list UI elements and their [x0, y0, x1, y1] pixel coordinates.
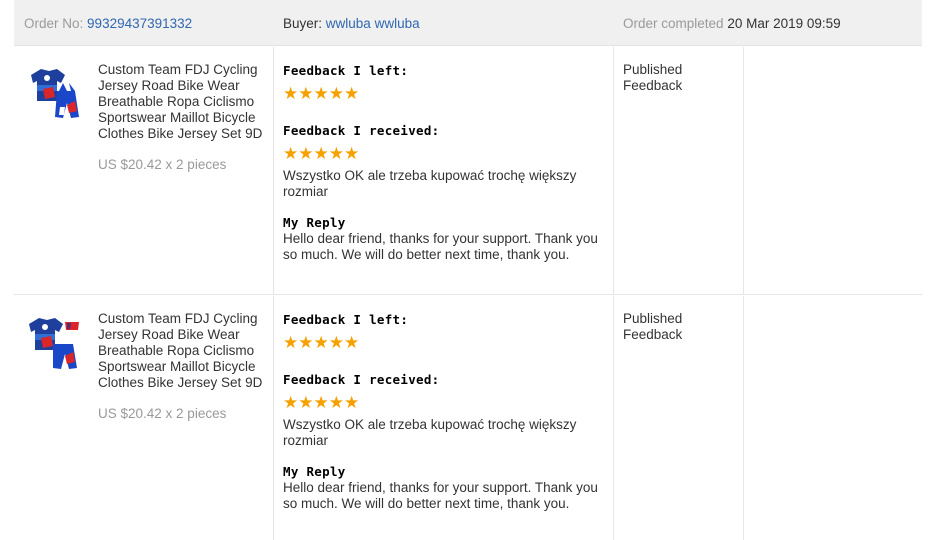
column-divider — [743, 47, 744, 294]
feedback-received-section: Feedback I received: ★★★★★ Wszystko OK a… — [283, 123, 603, 200]
cycling-kit-image — [31, 69, 79, 118]
feedback-received-heading: Feedback I received: — [283, 123, 440, 138]
cycling-kit-image — [29, 318, 79, 369]
product-title-link[interactable]: Custom Team FDJ Cycling Jersey Road Bike… — [98, 311, 268, 391]
product-price: US $20.42 x 2 pieces — [98, 157, 227, 172]
product-title-link[interactable]: Custom Team FDJ Cycling Jersey Road Bike… — [98, 62, 268, 142]
feedback-received-text: Wszystko OK ale trzeba kupować trochę wi… — [283, 417, 577, 448]
feedback-received-text: Wszystko OK ale trzeba kupować trochę wi… — [283, 168, 577, 199]
my-reply-text: Hello dear friend, thanks for your suppo… — [283, 231, 598, 262]
feedback-status: Published Feedback — [623, 62, 683, 93]
order-completed-field: Order completed 20 Mar 2019 09:59 — [623, 16, 841, 31]
feedback-left-heading: Feedback I left: — [283, 312, 409, 327]
feedback-received-heading: Feedback I received: — [283, 372, 440, 387]
product-thumbnail[interactable] — [23, 61, 87, 125]
product-thumbnail[interactable] — [23, 310, 87, 374]
feedback-left-heading: Feedback I left: — [283, 63, 409, 78]
feedback-left-stars: ★★★★★ — [283, 333, 360, 352]
my-reply-heading: My Reply — [283, 215, 346, 230]
buyer-field: Buyer: wwluba wwluba — [283, 16, 420, 31]
my-reply-section: My Reply Hello dear friend, thanks for y… — [283, 215, 603, 263]
buyer-label: Buyer: — [283, 16, 323, 31]
order-number-link[interactable]: 99329437391332 — [87, 16, 192, 31]
product-price: US $20.42 x 2 pieces — [98, 406, 227, 421]
feedback-status: Published Feedback — [623, 311, 683, 342]
feedback-left-section: Feedback I left: ★★★★★ — [283, 312, 603, 352]
feedback-left-stars: ★★★★★ — [283, 84, 360, 103]
order-item-row: Custom Team FDJ Cycling Jersey Road Bike… — [14, 47, 922, 295]
column-divider — [743, 296, 744, 540]
order-completed-date: 20 Mar 2019 09:59 — [727, 16, 841, 31]
feedback-left-section: Feedback I left: ★★★★★ — [283, 63, 603, 103]
my-reply-section: My Reply Hello dear friend, thanks for y… — [283, 464, 603, 512]
order-header: Order No: 99329437391332 Buyer: wwluba w… — [14, 0, 922, 46]
order-completed-label: Order completed — [623, 16, 724, 31]
feedback-received-section: Feedback I received: ★★★★★ Wszystko OK a… — [283, 372, 603, 449]
order-number-label: Order No: — [24, 16, 84, 31]
my-reply-heading: My Reply — [283, 464, 346, 479]
feedback-received-stars: ★★★★★ — [283, 393, 360, 412]
column-divider — [273, 296, 274, 540]
order-number-field: Order No: 99329437391332 — [24, 16, 192, 31]
column-divider — [613, 296, 614, 540]
order-item-row: Custom Team FDJ Cycling Jersey Road Bike… — [14, 296, 922, 540]
buyer-name-link[interactable]: wwluba wwluba — [326, 16, 420, 31]
column-divider — [613, 47, 614, 294]
column-divider — [273, 47, 274, 294]
my-reply-text: Hello dear friend, thanks for your suppo… — [283, 480, 598, 511]
feedback-received-stars: ★★★★★ — [283, 144, 360, 163]
